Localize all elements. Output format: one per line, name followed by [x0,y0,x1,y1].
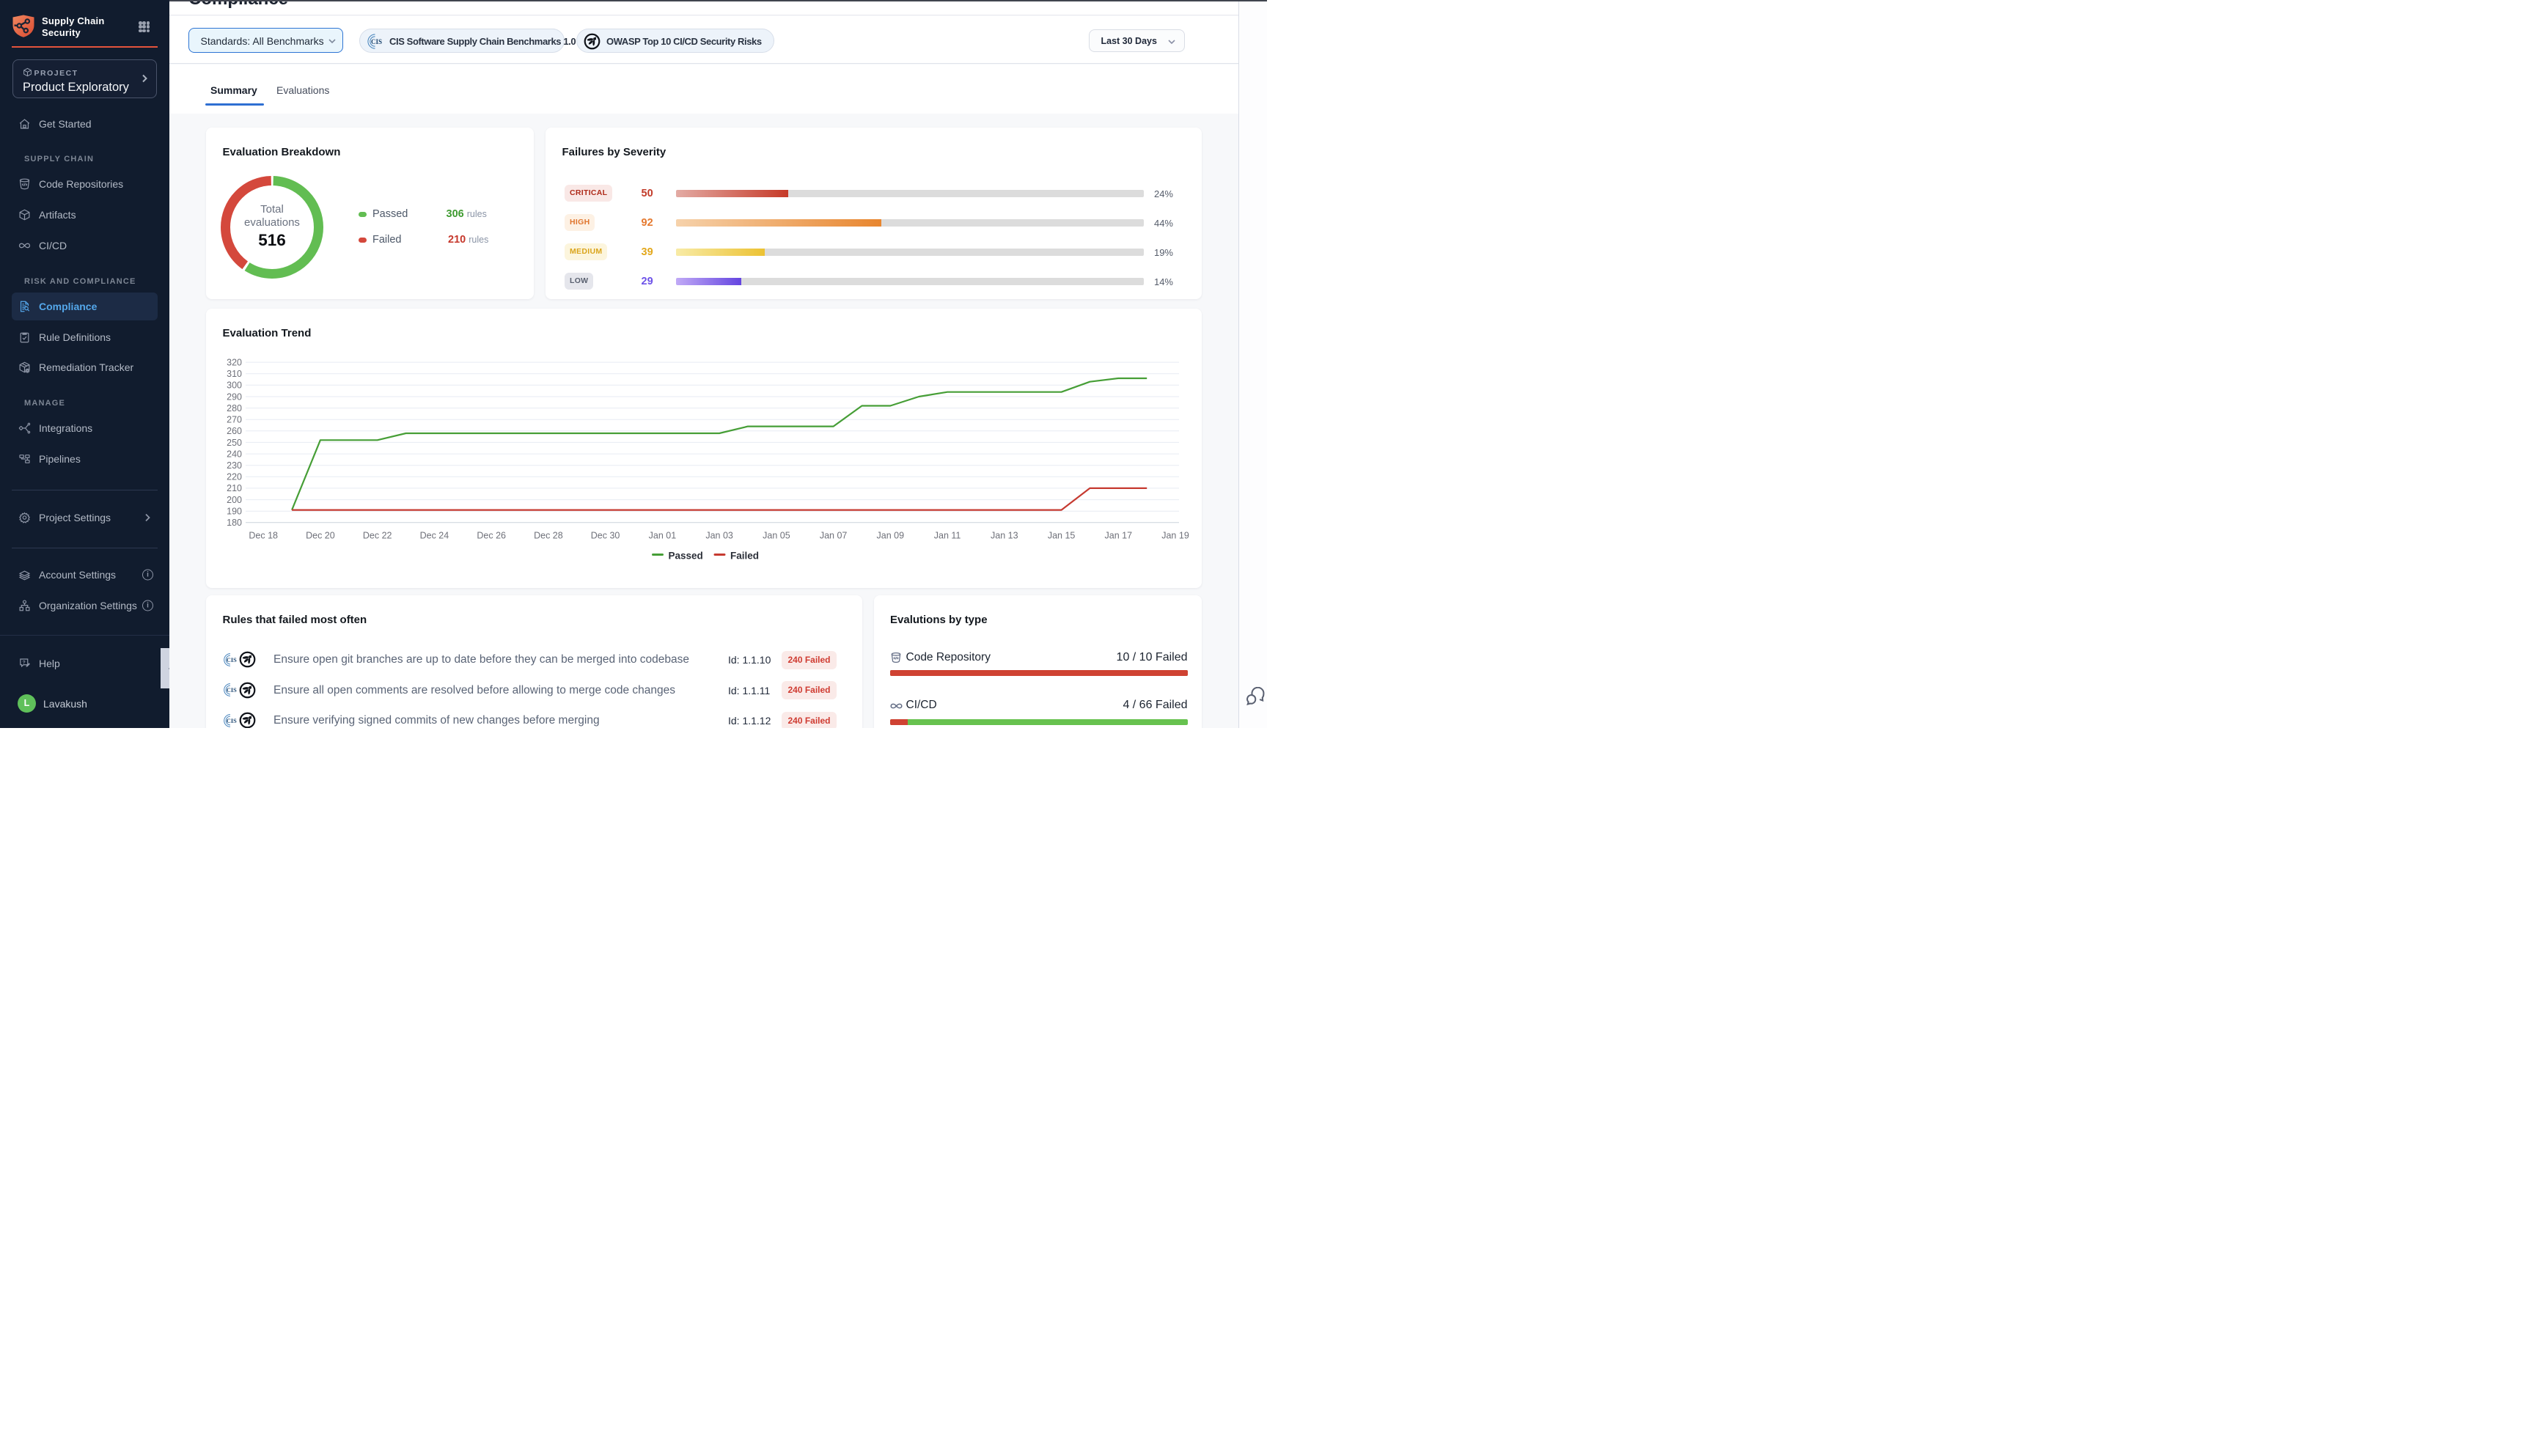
svg-text:Dec 18: Dec 18 [249,530,278,540]
svg-text:220: 220 [227,471,242,482]
svg-text:230: 230 [227,460,242,471]
svg-text:280: 280 [227,402,242,413]
svg-text:CIS: CIS [226,657,236,663]
svg-text:Jan 13: Jan 13 [991,530,1018,540]
svg-text:Jan 19: Jan 19 [1161,530,1189,540]
svg-text:Jan 07: Jan 07 [820,530,848,540]
svg-text:Jan 11: Jan 11 [934,530,961,540]
svg-text:190: 190 [227,506,242,516]
svg-text:Dec 28: Dec 28 [534,530,563,540]
svg-text:300: 300 [227,380,242,390]
svg-text:Jan 05: Jan 05 [763,530,790,540]
svg-text:Jan 09: Jan 09 [877,530,905,540]
svg-text:200: 200 [227,494,242,504]
svg-text:?: ? [23,660,26,665]
svg-text:Failed: Failed [730,550,759,561]
svg-text:Dec 20: Dec 20 [306,530,335,540]
svg-text:Jan 01: Jan 01 [649,530,677,540]
svg-text:Jan 17: Jan 17 [1105,530,1133,540]
svg-text:Dec 24: Dec 24 [420,530,449,540]
svg-text:240: 240 [227,449,242,459]
svg-text:320: 320 [227,357,242,367]
svg-text:290: 290 [227,391,242,402]
svg-text:310: 310 [227,369,242,379]
svg-text:Dec 26: Dec 26 [477,530,506,540]
svg-text:CIS: CIS [226,687,236,694]
svg-text:260: 260 [227,426,242,436]
svg-text:180: 180 [227,518,242,528]
svg-text:210: 210 [227,483,242,493]
svg-text:Dec 30: Dec 30 [591,530,620,540]
svg-text:250: 250 [227,437,242,447]
svg-text:Passed: Passed [669,550,703,561]
svg-text:Dec 22: Dec 22 [363,530,392,540]
svg-text:CIS: CIS [226,718,236,724]
svg-text:CIS: CIS [371,37,382,45]
svg-text:Jan 15: Jan 15 [1048,530,1076,540]
svg-text:Jan 03: Jan 03 [705,530,733,540]
svg-text:270: 270 [227,414,242,424]
